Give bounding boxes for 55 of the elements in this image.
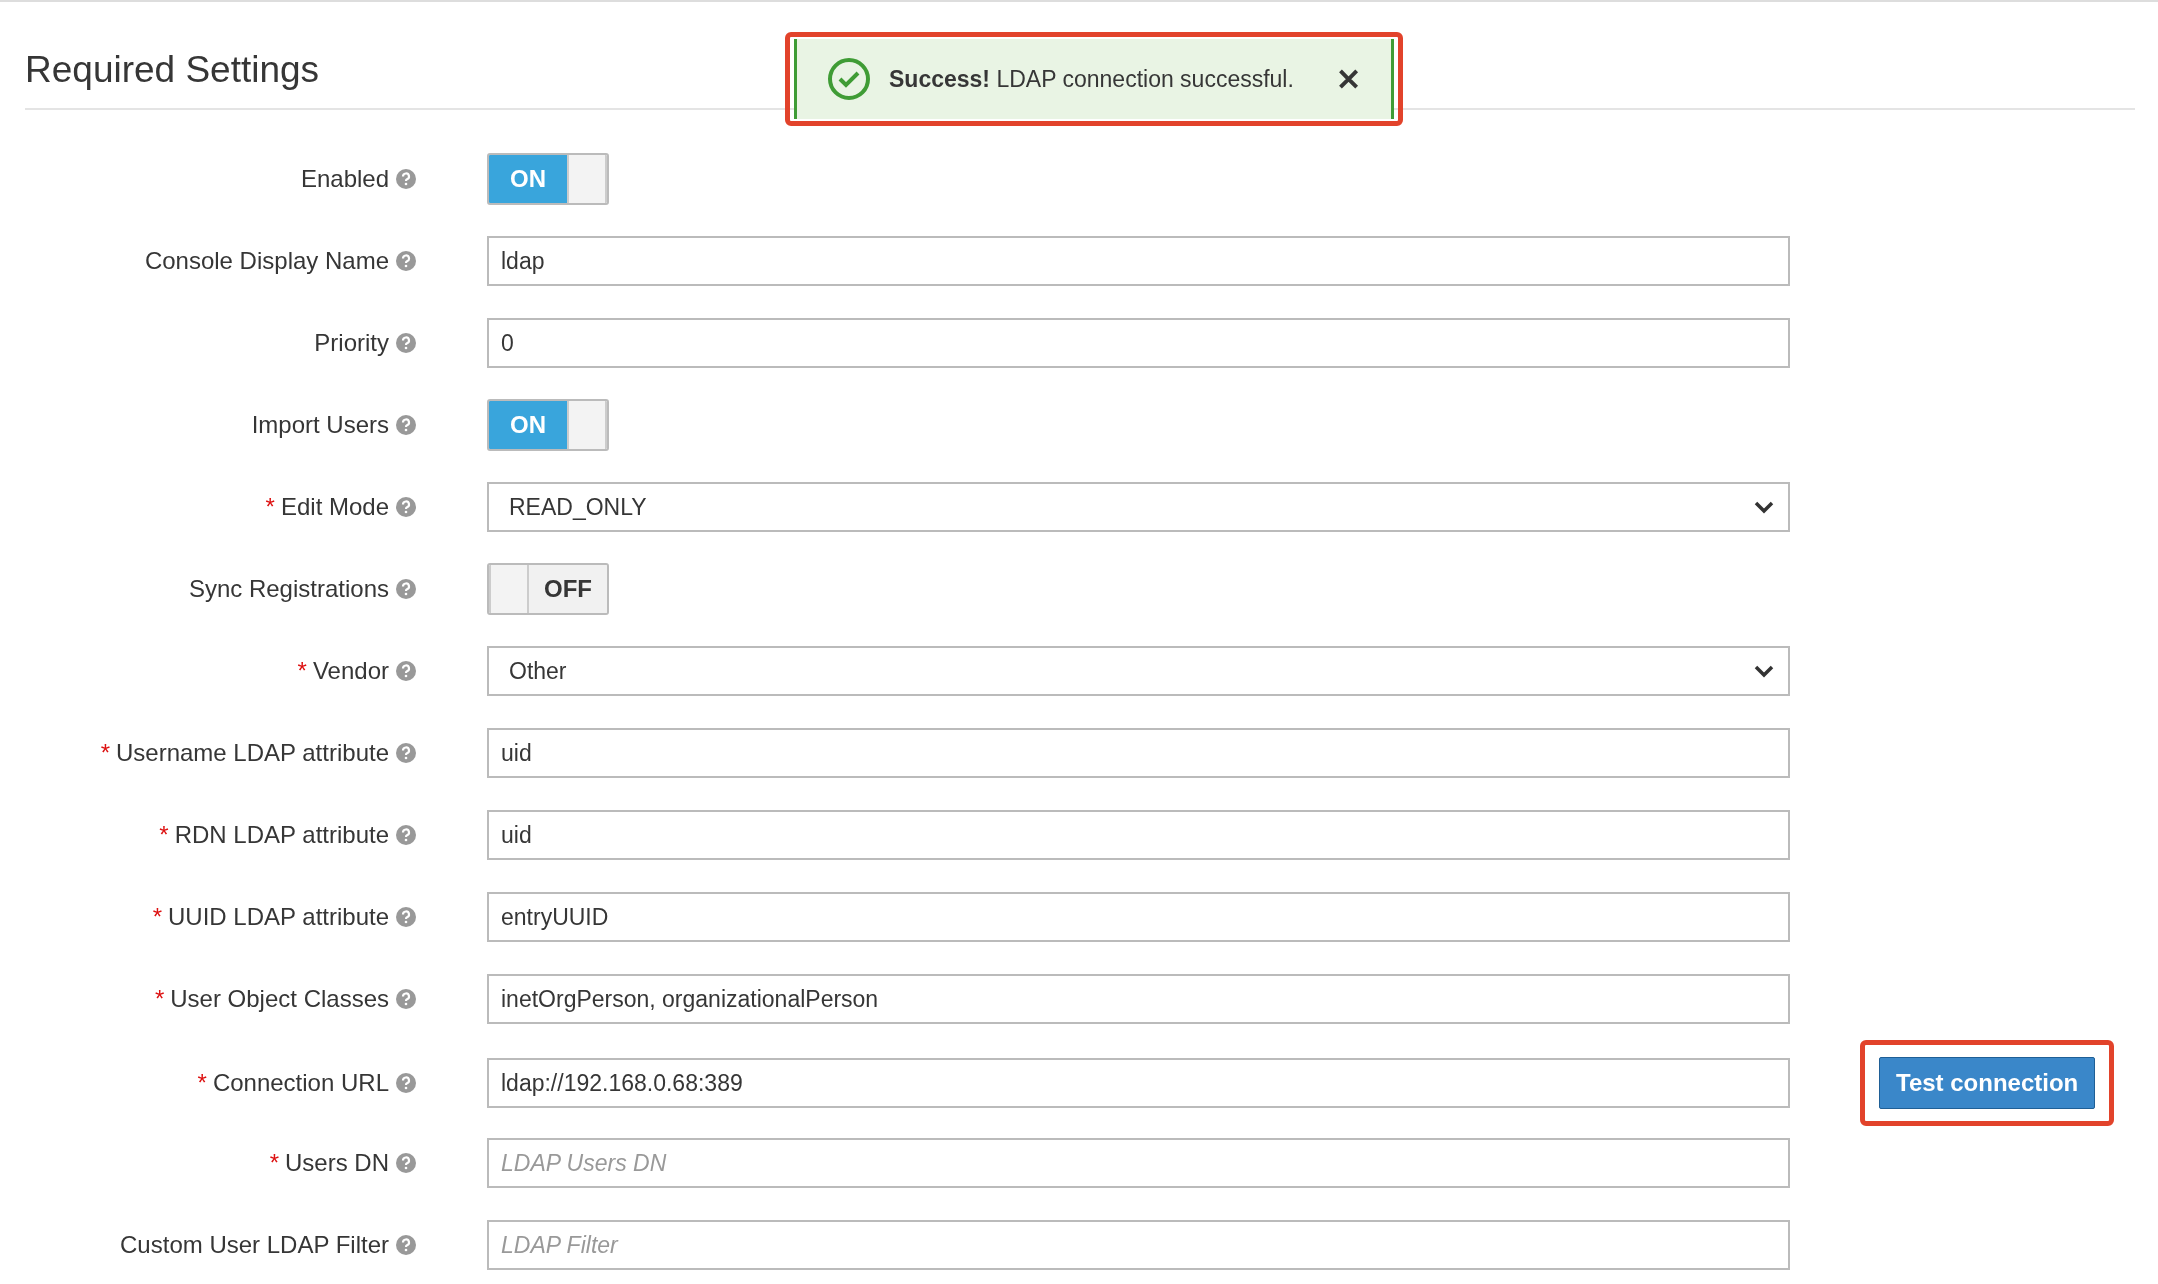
help-icon[interactable] [395,250,417,272]
text-field[interactable]: LDAP Filter [487,1220,1790,1270]
required-marker: * [159,821,169,849]
required-marker: * [269,1149,279,1177]
field-label: Sync Registrations [188,575,389,603]
check-circle-icon [827,57,871,101]
field-label: Enabled [300,165,389,193]
field-label: Import Users [251,411,389,439]
required-marker: * [100,739,110,767]
help-icon[interactable] [395,660,417,682]
section-heading: Required Settings [25,49,320,91]
required-marker: * [154,985,165,1013]
help-icon[interactable] [395,578,417,600]
field-label: Edit Mode [280,493,389,521]
test-connection-button[interactable]: Test connection [1879,1057,2096,1109]
close-button[interactable]: ✕ [1336,61,1361,97]
help-icon[interactable] [395,906,417,928]
field-label: Users DN [285,1149,389,1177]
required-marker: * [265,493,275,521]
text-field[interactable]: LDAP Users DN [487,1138,1790,1188]
help-icon[interactable] [395,496,417,518]
text-field[interactable]: 0 [487,318,1790,368]
text-field[interactable]: ldap [487,236,1790,286]
chevron-down-icon [1754,664,1774,678]
toggle-switch[interactable]: OFF [487,563,609,615]
chevron-down-icon [1754,500,1774,514]
help-icon[interactable] [395,168,417,190]
help-icon[interactable] [395,1234,417,1256]
field-label: UUID LDAP attribute [168,903,389,931]
field-label: Username LDAP attribute [115,739,389,767]
field-label: Connection URL [212,1069,389,1097]
dropdown[interactable]: READ_ONLY [487,482,1790,532]
text-field[interactable]: uid [487,810,1790,860]
field-label: Vendor [312,657,389,685]
help-icon[interactable] [395,414,417,436]
field-label: RDN LDAP attribute [174,821,389,849]
help-icon[interactable] [395,824,417,846]
field-label: Console Display Name [144,247,389,275]
required-marker: * [297,657,307,685]
field-label: User Object Classes [170,985,389,1013]
alert-message: Success! LDAP connection successful. [889,65,1295,93]
help-icon[interactable] [395,742,417,764]
text-field[interactable]: uid [487,728,1790,778]
text-field[interactable]: ldap://192.168.0.68:389 [487,1058,1790,1108]
field-label: Custom User LDAP Filter [120,1231,389,1259]
required-marker: * [152,903,162,931]
help-icon[interactable] [395,1072,417,1094]
help-icon[interactable] [395,988,417,1010]
field-label: Priority [314,329,389,357]
text-field[interactable]: inetOrgPerson, organizationalPerson [487,974,1790,1024]
help-icon[interactable] [395,332,417,354]
required-marker: * [197,1069,207,1097]
help-icon[interactable] [395,1152,417,1174]
dropdown[interactable]: Other [487,646,1790,696]
text-field[interactable]: entryUUID [487,892,1790,942]
